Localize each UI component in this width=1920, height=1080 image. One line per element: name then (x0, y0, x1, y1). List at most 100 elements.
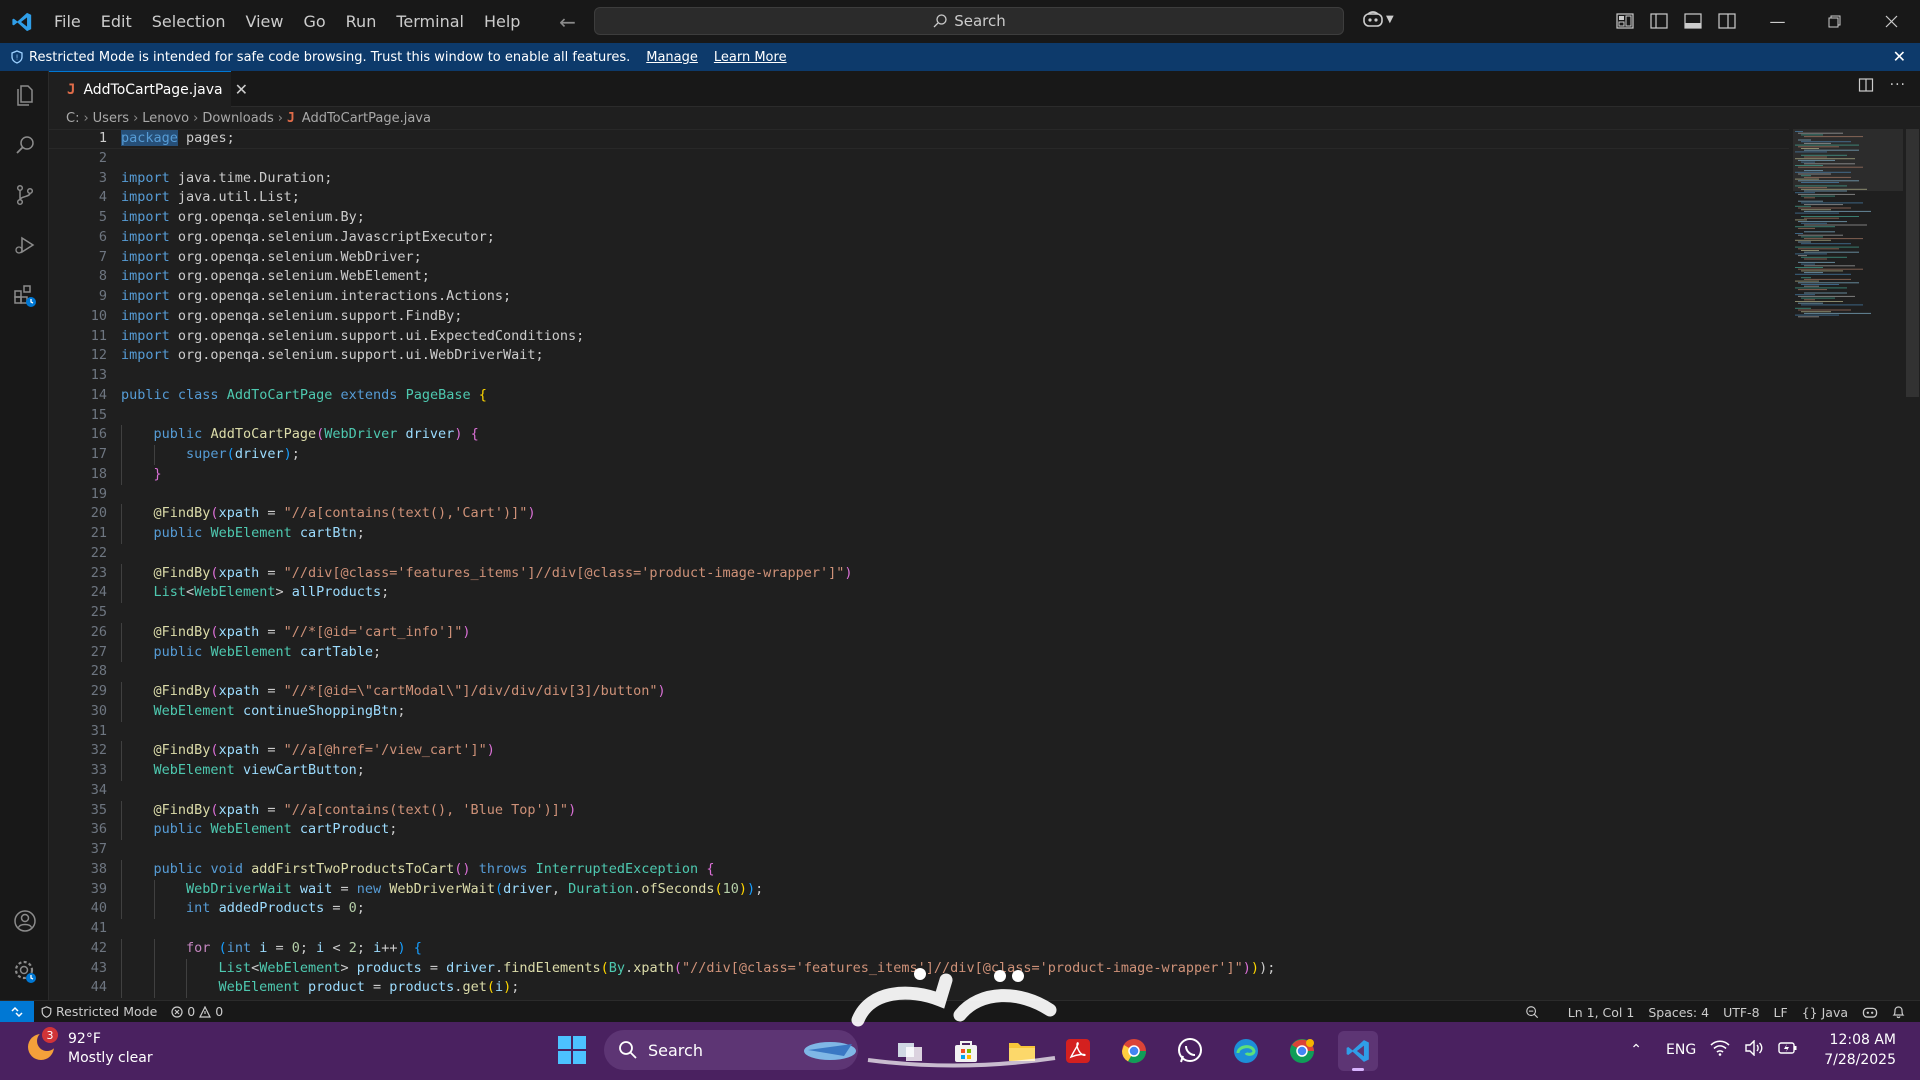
breadcrumb-users[interactable]: Users (93, 111, 129, 126)
chrome-icon[interactable] (1114, 1031, 1154, 1071)
code-line[interactable]: import org.openqa.selenium.support.FindB… (121, 307, 1821, 327)
source-control-icon[interactable] (0, 171, 49, 219)
code-line[interactable] (121, 662, 1821, 682)
code-line[interactable]: WebElement product = products.get(i); (121, 978, 1821, 998)
code-line[interactable]: import java.time.Duration; (121, 169, 1821, 189)
close-tab-icon[interactable]: ✕ (235, 80, 248, 99)
banner-learn-more-link[interactable]: Learn More (714, 50, 787, 65)
minimize-icon[interactable]: — (1749, 0, 1806, 43)
taskbar-clock[interactable]: 12:08 AM 7/28/2025 (1824, 1030, 1896, 1070)
battery-icon[interactable] (1778, 1040, 1798, 1060)
tab-addtocartpage[interactable]: J AddToCartPage.java ✕ (49, 71, 248, 107)
input-language[interactable]: ENG (1666, 1042, 1696, 1058)
vscode-taskbar-icon[interactable] (1338, 1031, 1378, 1071)
menu-go[interactable]: Go (293, 0, 335, 43)
problems-status[interactable]: 0 0 (164, 1001, 230, 1023)
restricted-mode-status[interactable]: Restricted Mode (34, 1001, 164, 1023)
code-line[interactable] (121, 149, 1821, 169)
menu-edit[interactable]: Edit (91, 0, 142, 43)
windows-start-icon[interactable] (557, 1035, 587, 1069)
code-line[interactable]: import org.openqa.selenium.support.ui.We… (121, 346, 1821, 366)
code-area[interactable]: package pages; import java.time.Duration;… (49, 129, 1821, 998)
code-line[interactable] (121, 544, 1821, 564)
extensions-icon[interactable] (0, 271, 49, 319)
code-line[interactable] (121, 919, 1821, 939)
chrome-profile-icon[interactable] (1282, 1031, 1322, 1071)
split-editor-icon[interactable] (1858, 77, 1874, 97)
manage-gear-icon[interactable] (0, 947, 49, 995)
back-arrow-icon[interactable]: ← (556, 10, 578, 34)
code-line[interactable] (121, 366, 1821, 386)
taskbar-search[interactable]: Search (604, 1030, 858, 1070)
code-line[interactable]: public class AddToCartPage extends PageB… (121, 386, 1821, 406)
code-line[interactable]: @FindBy(xpath = "//div[@class='features_… (121, 563, 1821, 584)
scrollbar-thumb[interactable] (1906, 129, 1919, 397)
cursor-position[interactable]: Ln 1, Col 1 (1561, 1001, 1642, 1023)
menu-run[interactable]: Run (336, 0, 387, 43)
remote-indicator-icon[interactable] (0, 1000, 34, 1023)
search-view-icon[interactable] (0, 121, 49, 169)
code-line[interactable]: WebElement continueShoppingBtn; (121, 701, 1821, 722)
accounts-icon[interactable] (0, 897, 49, 945)
code-line[interactable]: import org.openqa.selenium.WebElement; (121, 267, 1821, 287)
language-mode[interactable]: {} Java (1795, 1001, 1855, 1023)
run-debug-icon[interactable] (0, 221, 49, 269)
toggle-primary-sidebar-icon[interactable] (1648, 9, 1670, 33)
code-line[interactable] (121, 406, 1821, 426)
code-line[interactable]: public AddToCartPage(WebDriver driver) { (121, 425, 1821, 445)
code-line[interactable]: @FindBy(xpath = "//*[@id=\"cartModal\"]/… (121, 682, 1821, 702)
code-line[interactable]: import org.openqa.selenium.By; (121, 208, 1821, 228)
wifi-icon[interactable] (1710, 1040, 1730, 1060)
task-view-icon[interactable] (890, 1031, 930, 1071)
code-line[interactable]: int addedProducts = 0; (121, 899, 1821, 919)
code-line[interactable] (121, 603, 1821, 623)
menu-file[interactable]: File (44, 0, 91, 43)
code-line[interactable]: super(driver); (121, 445, 1821, 465)
more-actions-icon[interactable]: ··· (1890, 77, 1906, 97)
file-explorer-icon[interactable] (1002, 1031, 1042, 1071)
whatsapp-icon[interactable] (1170, 1031, 1210, 1071)
copilot-status-icon[interactable] (1855, 1001, 1885, 1023)
menu-terminal[interactable]: Terminal (386, 0, 474, 43)
editor-scrollbar[interactable] (1905, 129, 1920, 1000)
code-line[interactable]: public WebElement cartTable; (121, 642, 1821, 663)
breadcrumb-drive[interactable]: C: (66, 111, 79, 126)
code-line[interactable]: } (121, 464, 1821, 485)
toggle-panel-icon[interactable] (1682, 9, 1704, 33)
zoom-icon[interactable] (1518, 1001, 1561, 1023)
code-line[interactable] (121, 722, 1821, 742)
code-editor[interactable]: 1 2 3 4 5 6 7 8 9 10 11 12 13 14 15 16 17 18 19 20 21 22 23 24 2… (49, 129, 1920, 1000)
edge-icon[interactable] (1226, 1031, 1266, 1071)
weather-widget[interactable]: 3 92°F Mostly clear (24, 1027, 153, 1068)
code-line[interactable]: @FindBy(xpath = "//a[contains(text(), 'B… (121, 800, 1821, 821)
code-line[interactable]: package pages; (49, 129, 1821, 149)
microsoft-store-icon[interactable] (946, 1031, 986, 1071)
code-line[interactable]: @FindBy(xpath = "//*[@id='cart_info']") (121, 622, 1821, 643)
banner-manage-link[interactable]: Manage (646, 50, 698, 65)
volume-icon[interactable] (1744, 1039, 1764, 1060)
code-line[interactable] (121, 840, 1821, 860)
code-line[interactable]: public void addFirstTwoProductsToCart() … (121, 859, 1821, 880)
code-line[interactable]: @FindBy(xpath = "//a[contains(text(),'Ca… (121, 504, 1821, 524)
eol-status[interactable]: LF (1767, 1001, 1795, 1023)
acrobat-reader-icon[interactable] (1058, 1031, 1098, 1071)
breadcrumb-file[interactable]: AddToCartPage.java (302, 111, 431, 126)
code-line[interactable]: import java.util.List; (121, 188, 1821, 208)
close-window-icon[interactable] (1863, 0, 1920, 43)
indentation-status[interactable]: Spaces: 4 (1641, 1001, 1716, 1023)
code-line[interactable]: @FindBy(xpath = "//a[@href='/view_cart']… (121, 741, 1821, 761)
close-banner-icon[interactable]: ✕ (1893, 47, 1906, 66)
restore-icon[interactable] (1806, 0, 1863, 43)
chevron-up-icon[interactable]: ⌃ (1630, 1042, 1642, 1058)
code-line[interactable]: import org.openqa.selenium.WebDriver; (121, 248, 1821, 268)
code-line[interactable]: List<WebElement> products = driver.findE… (121, 958, 1821, 979)
customize-layout-icon[interactable] (1614, 9, 1636, 33)
breadcrumb-downloads[interactable]: Downloads (202, 111, 273, 126)
notifications-bell-icon[interactable] (1885, 1001, 1912, 1023)
menu-view[interactable]: View (236, 0, 294, 43)
explorer-icon[interactable] (0, 71, 49, 119)
menu-selection[interactable]: Selection (142, 0, 236, 43)
code-line[interactable]: for (int i = 0; i < 2; i++) { (121, 938, 1821, 959)
code-line[interactable]: WebDriverWait wait = new WebDriverWait(d… (121, 879, 1821, 900)
encoding-status[interactable]: UTF-8 (1716, 1001, 1766, 1023)
